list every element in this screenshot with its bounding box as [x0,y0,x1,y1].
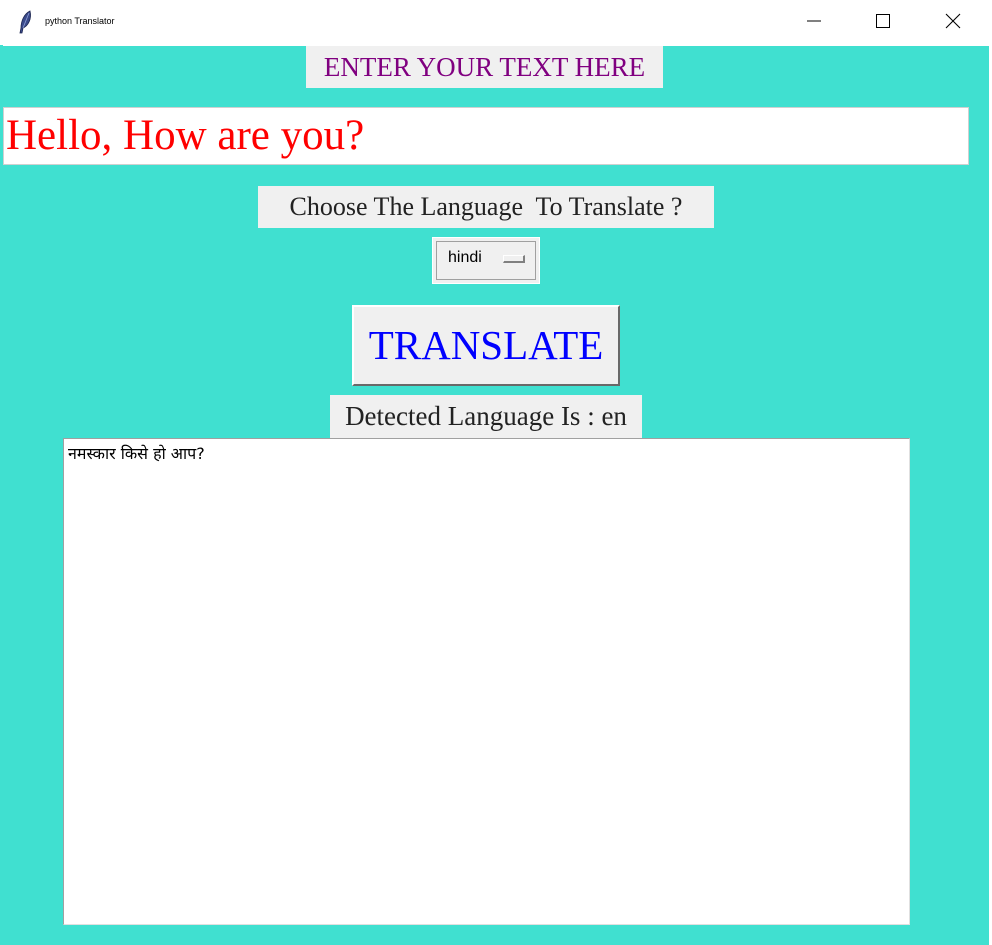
close-icon [945,13,961,33]
translation-output-text: नमस्कार किसे हो आप? [68,444,205,463]
source-text-input[interactable]: Hello, How are you? [3,107,969,165]
minimize-button[interactable] [791,0,837,45]
title-bar[interactable]: python Translator [0,0,992,45]
translate-button[interactable]: TRANSLATE [352,305,620,386]
language-dropdown[interactable]: hindi [432,237,540,284]
dropdown-indicator-icon [503,255,525,263]
maximize-icon [875,13,891,33]
language-dropdown-button[interactable]: hindi [436,241,536,280]
selected-language: hindi [448,249,482,266]
translation-output-textarea[interactable]: नमस्कार किसे हो आप? [63,438,910,925]
app-window-body: ENTER YOUR TEXT HERE Hello, How are you?… [3,46,989,945]
minimize-icon [806,13,822,33]
maximize-button[interactable] [860,0,906,45]
detected-language-label: Detected Language Is : en [330,395,642,438]
window-title: python Translator [45,16,115,26]
choose-language-label: Choose The Language To Translate ? [258,186,714,228]
enter-text-heading: ENTER YOUR TEXT HERE [306,46,663,88]
feather-icon [18,10,34,34]
close-button[interactable] [930,0,976,45]
